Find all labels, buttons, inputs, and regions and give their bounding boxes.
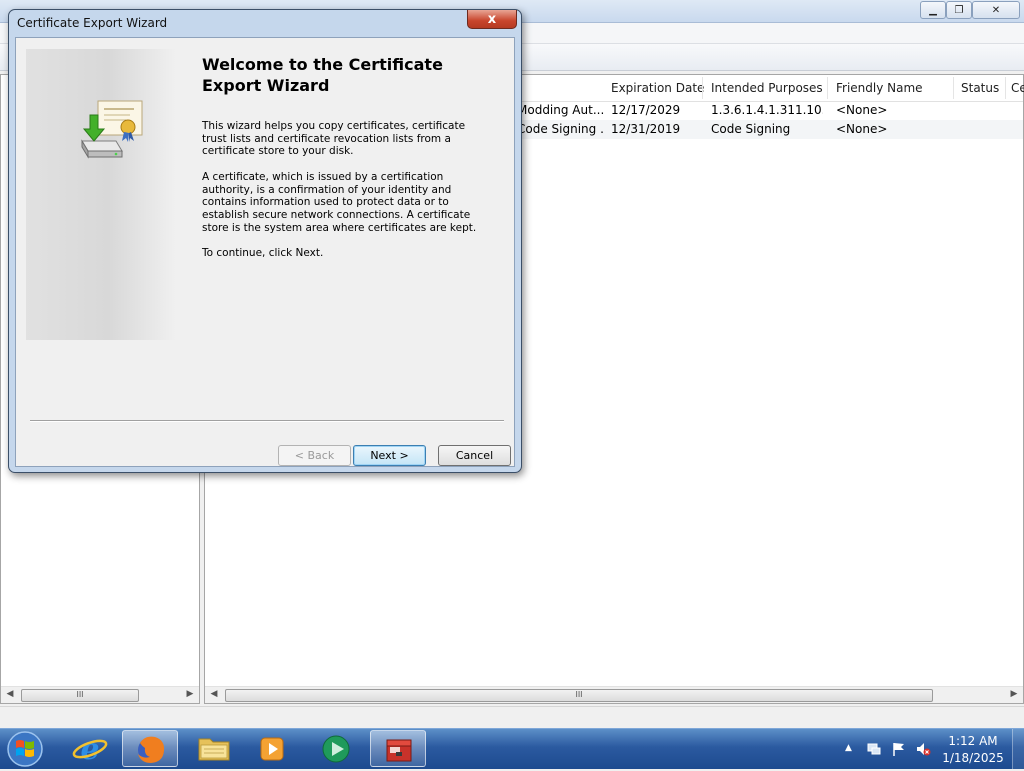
taskbar-firefox[interactable]	[122, 730, 178, 767]
scroll-thumb-grip: III	[76, 690, 84, 699]
scroll-thumb[interactable]: III	[21, 689, 139, 702]
show-hidden-icons-button[interactable]: ▲	[845, 743, 861, 759]
taskbar-certificate-manager[interactable]	[370, 730, 426, 767]
cell-issued-to: Code Signing ...	[517, 122, 605, 136]
status-bar	[0, 706, 1024, 729]
column-certificate-template[interactable]: Ce	[1011, 81, 1024, 95]
network-icon[interactable]	[866, 741, 882, 757]
minimize-icon: ▁	[929, 4, 937, 16]
tree-horizontal-scrollbar[interactable]: ◀ III ▶	[1, 686, 199, 703]
cell-friendly-name: <None>	[836, 103, 888, 117]
scroll-left-icon[interactable]: ◀	[3, 689, 17, 699]
clock-date[interactable]: 1/18/2025	[940, 751, 1006, 765]
close-icon: x	[487, 11, 497, 27]
clock-time[interactable]: 1:12 AM	[940, 734, 1006, 748]
cancel-button[interactable]: Cancel	[438, 445, 511, 466]
back-button[interactable]: < Back	[278, 445, 351, 466]
column-intended-purposes[interactable]: Intended Purposes	[711, 81, 823, 95]
cell-purposes: Code Signing	[711, 122, 791, 136]
taskbar: e ▲ 1:12 AM 1/18/2025	[0, 728, 1024, 769]
wizard-side-panel	[26, 49, 176, 340]
wizard-continue-text: To continue, click Next.	[202, 247, 324, 259]
firefox-icon	[138, 736, 165, 763]
show-desktop-button[interactable]	[1012, 729, 1024, 769]
wizard-content: Welcome to the Certificate Export Wizard…	[15, 37, 515, 467]
certificate-export-icon	[81, 100, 143, 159]
internet-explorer-icon: e	[72, 732, 108, 767]
media-player-icon	[260, 737, 284, 761]
wizard-close-button[interactable]: x	[467, 10, 517, 29]
action-center-flag-icon[interactable]	[891, 741, 907, 757]
wizard-titlebar[interactable]: Certificate Export Wizard x	[9, 10, 521, 36]
cell-friendly-name: <None>	[836, 122, 888, 136]
file-explorer-icon	[198, 738, 230, 761]
wizard-heading: Welcome to the Certificate Export Wizard	[202, 55, 443, 95]
scroll-right-icon[interactable]: ▶	[1007, 689, 1021, 699]
wizard-separator	[30, 420, 504, 422]
certificate-manager-icon	[386, 739, 412, 762]
svg-text:e: e	[80, 732, 99, 767]
cell-purposes: 1.3.6.1.4.1.311.10.3....	[711, 103, 823, 117]
scroll-left-icon[interactable]: ◀	[207, 689, 221, 699]
column-status[interactable]: Status	[961, 81, 999, 95]
windows-logo-icon	[7, 731, 43, 767]
column-friendly-name[interactable]: Friendly Name	[836, 81, 923, 95]
taskbar-media-center[interactable]	[308, 730, 364, 767]
scroll-thumb[interactable]: III	[225, 689, 933, 702]
speaker-muted-icon[interactable]	[915, 741, 931, 757]
cell-issued-to: Modding Aut...	[517, 103, 605, 117]
close-icon: ✕	[991, 4, 1001, 16]
start-button[interactable]	[4, 730, 46, 768]
wizard-title: Certificate Export Wizard	[17, 16, 168, 30]
wizard-description-text: A certificate, which is issued by a cert…	[202, 171, 477, 234]
wizard-intro-text: This wizard helps you copy certificates,…	[202, 120, 466, 158]
close-window-button[interactable]: ✕	[972, 1, 1020, 19]
cell-expiration: 12/17/2029	[611, 103, 681, 117]
cell-expiration: 12/31/2019	[611, 122, 681, 136]
restore-icon: ❐	[954, 4, 964, 16]
certificate-export-wizard-dialog: Certificate Export Wizard x Welcome to t…	[8, 9, 522, 473]
scroll-thumb-grip: III	[575, 690, 583, 699]
media-center-icon	[322, 735, 350, 763]
next-button[interactable]: Next >	[353, 445, 426, 466]
scroll-right-icon[interactable]: ▶	[183, 689, 197, 699]
list-horizontal-scrollbar[interactable]: ◀ III ▶	[205, 686, 1023, 703]
minimize-button[interactable]: ▁	[920, 1, 946, 19]
taskbar-media-player[interactable]	[244, 730, 300, 767]
taskbar-internet-explorer[interactable]: e	[62, 730, 118, 767]
column-expiration-date[interactable]: Expiration Date	[611, 81, 704, 95]
restore-button[interactable]: ❐	[946, 1, 972, 19]
taskbar-file-explorer[interactable]	[186, 730, 242, 767]
